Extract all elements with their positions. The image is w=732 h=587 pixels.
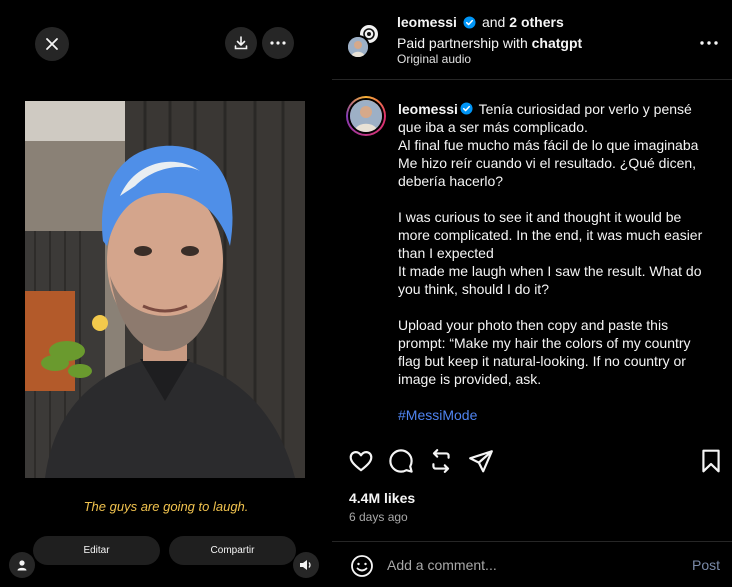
post-comment-button[interactable]: Post xyxy=(692,557,720,573)
repost-icon[interactable] xyxy=(428,448,454,474)
more-icon xyxy=(270,41,286,45)
profile-icon xyxy=(17,560,27,571)
header-others[interactable]: 2 others xyxy=(509,14,563,30)
collab-avatars[interactable] xyxy=(346,23,382,59)
header-and: and xyxy=(481,14,506,30)
bookmark-icon[interactable] xyxy=(698,448,724,474)
avatar-photo xyxy=(350,100,382,132)
caption-username[interactable]: leomessi xyxy=(398,101,458,117)
post-timestamp: 6 days ago xyxy=(349,510,408,524)
video-frame-image xyxy=(25,101,305,478)
post-more-button[interactable] xyxy=(700,32,718,50)
more-options-button[interactable] xyxy=(262,27,294,59)
audio-link[interactable]: Original audio xyxy=(397,52,471,66)
close-icon xyxy=(46,38,58,50)
profile-button[interactable] xyxy=(9,552,35,578)
header-title: leomessi and 2 others xyxy=(397,14,564,30)
comment-icon[interactable] xyxy=(388,448,414,474)
download-button[interactable] xyxy=(225,27,257,59)
post-caption: leomessi Tenía curiosidad por verlo y pe… xyxy=(398,100,716,424)
caption-section: leomessi Tenía curiosidad por verlo y pe… xyxy=(332,82,732,434)
header-username[interactable]: leomessi xyxy=(397,14,457,30)
add-comment-bar: Post xyxy=(332,541,732,587)
caption-author-avatar[interactable] xyxy=(346,96,386,136)
comment-input[interactable] xyxy=(387,553,667,577)
avatar-photo xyxy=(348,37,368,57)
volume-button[interactable] xyxy=(293,552,319,578)
edit-button[interactable]: Editar xyxy=(33,536,160,565)
hashtag-link[interactable]: #MessiMode xyxy=(398,407,477,423)
caption-body: Tenía curiosidad por verlo y pensé que i… xyxy=(398,101,703,387)
volume-icon xyxy=(300,560,311,570)
heart-icon[interactable] xyxy=(348,448,374,474)
download-icon xyxy=(234,36,248,50)
leomessi-avatar xyxy=(346,35,370,59)
likes-count[interactable]: 4.4M likes xyxy=(349,490,415,506)
verified-badge-icon xyxy=(460,102,473,115)
partner-link[interactable]: chatgpt xyxy=(532,35,583,51)
verified-badge-icon xyxy=(463,15,476,29)
reel-video[interactable] xyxy=(25,101,305,478)
post-header: leomessi and 2 others Paid partnership w… xyxy=(332,0,732,80)
partnership-prefix: Paid partnership with xyxy=(397,35,528,51)
action-bar xyxy=(332,440,732,484)
post-details-panel: leomessi and 2 others Paid partnership w… xyxy=(332,0,732,587)
more-icon xyxy=(700,41,718,45)
emoji-icon[interactable] xyxy=(350,554,374,578)
share-button[interactable]: Compartir xyxy=(169,536,296,565)
reel-viewer: The guys are going to laugh. Editar Comp… xyxy=(0,0,332,587)
video-caption: The guys are going to laugh. xyxy=(83,499,249,514)
partnership-label: Paid partnership with chatgpt xyxy=(397,35,582,51)
close-button[interactable] xyxy=(35,27,69,61)
share-icon[interactable] xyxy=(468,448,494,474)
